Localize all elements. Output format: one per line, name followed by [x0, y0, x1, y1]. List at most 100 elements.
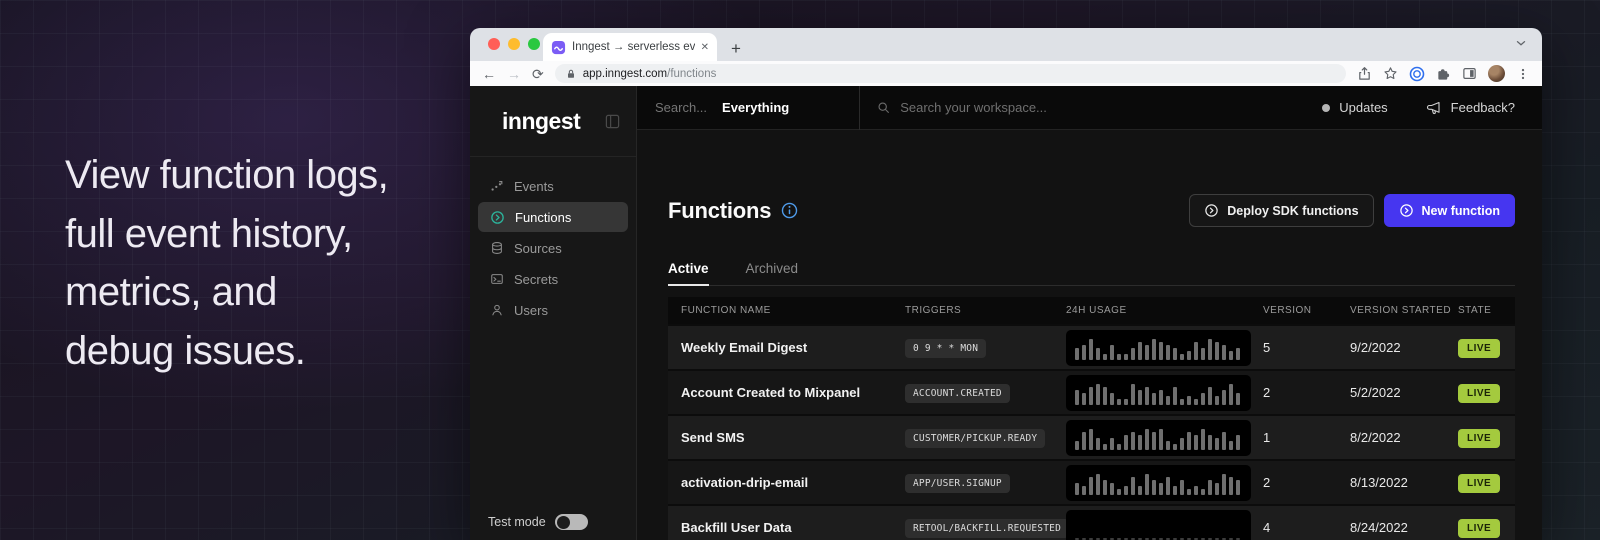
- browser-menu-icon[interactable]: [1516, 67, 1530, 81]
- secrets-icon: [490, 272, 504, 286]
- window-controls[interactable]: [488, 38, 540, 50]
- table-row[interactable]: activation-drip-email APP/USER.SIGNUP 2 …: [668, 459, 1515, 504]
- sidebar-nav: Events Functions Sources: [470, 157, 636, 326]
- deploy-button-label: Deploy SDK functions: [1227, 204, 1358, 218]
- browser-tab[interactable]: Inngest → serverless event-dri ✕: [543, 33, 717, 61]
- trigger-badge: APP/USER.SIGNUP: [905, 474, 1010, 493]
- users-icon: [490, 303, 504, 317]
- tab-title: Inngest → serverless event-dri: [572, 41, 695, 53]
- functions-page: Functions Deploy: [637, 130, 1542, 540]
- version-started: 5/2/2022: [1350, 385, 1458, 400]
- version: 5: [1263, 340, 1350, 355]
- usage-sparkline: [1066, 510, 1251, 540]
- close-tab-icon[interactable]: ✕: [701, 42, 709, 53]
- updates-label: Updates: [1339, 100, 1387, 115]
- sidebar-item-label: Users: [514, 303, 548, 318]
- sidebar-item-events[interactable]: Events: [478, 171, 628, 201]
- usage-sparkline: [1066, 375, 1251, 411]
- collapse-sidebar-icon[interactable]: [605, 114, 620, 129]
- feedback-button[interactable]: Feedback?: [1426, 100, 1515, 116]
- workspace-search[interactable]: [877, 100, 1322, 115]
- sidebar-item-functions[interactable]: Functions: [478, 202, 628, 232]
- back-icon[interactable]: ←: [482, 67, 496, 81]
- usage-sparkline: [1066, 330, 1251, 366]
- hero-line: metrics, and: [65, 263, 388, 322]
- bookmark-star-icon[interactable]: [1383, 66, 1398, 81]
- table-row[interactable]: Backfill User Data RETOOL/BACKFILL.REQUE…: [668, 504, 1515, 540]
- workspace-search-input[interactable]: [900, 100, 1200, 115]
- functions-icon: [490, 210, 505, 225]
- new-function-button[interactable]: New function: [1384, 194, 1515, 227]
- onepassword-extension-icon[interactable]: [1409, 66, 1425, 82]
- version-started: 8/13/2022: [1350, 475, 1458, 490]
- new-tab-button[interactable]: +: [731, 40, 741, 57]
- updates-button[interactable]: Updates: [1322, 100, 1387, 115]
- trigger-badge: CUSTOMER/PICKUP.READY: [905, 429, 1045, 448]
- address-bar[interactable]: app.inngest.com/functions: [555, 64, 1346, 83]
- side-panel-icon[interactable]: [1462, 66, 1477, 81]
- close-window-button[interactable]: [488, 38, 500, 50]
- hero-line: full event history,: [65, 205, 388, 264]
- version: 2: [1263, 475, 1350, 490]
- version: 2: [1263, 385, 1350, 400]
- functions-table: FUNCTION NAME TRIGGERS 24H USAGE VERSION…: [668, 297, 1515, 540]
- info-icon[interactable]: [781, 202, 798, 219]
- sidebar-item-label: Secrets: [514, 272, 558, 287]
- version: 1: [1263, 430, 1350, 445]
- sidebar-item-sources[interactable]: Sources: [478, 233, 628, 263]
- updates-dot-icon: [1322, 104, 1330, 112]
- page-actions: Deploy SDK functions New function: [1189, 194, 1515, 227]
- tab-active[interactable]: Active: [668, 261, 709, 285]
- search-icon: [877, 101, 890, 114]
- column-header: 24H USAGE: [1066, 305, 1263, 316]
- minimize-window-button[interactable]: [508, 38, 520, 50]
- hero-headline: View function logs, full event history, …: [65, 146, 388, 380]
- extensions-puzzle-icon[interactable]: [1436, 66, 1451, 81]
- column-header: VERSION: [1263, 305, 1350, 316]
- state-badge: LIVE: [1458, 474, 1500, 493]
- sidebar-item-secrets[interactable]: Secrets: [478, 264, 628, 294]
- sidebar-item-label: Sources: [514, 241, 562, 256]
- version: 4: [1263, 520, 1350, 535]
- version-started: 8/2/2022: [1350, 430, 1458, 445]
- url-text: app.inngest.com/functions: [583, 68, 717, 80]
- state-badge: LIVE: [1458, 339, 1500, 358]
- state-badge: LIVE: [1458, 429, 1500, 448]
- tab-archived[interactable]: Archived: [746, 261, 799, 285]
- forward-icon[interactable]: →: [507, 67, 521, 81]
- usage-sparkline: [1066, 420, 1251, 456]
- sidebar-item-users[interactable]: Users: [478, 295, 628, 325]
- maximize-window-button[interactable]: [528, 38, 540, 50]
- sidebar-header: inngest: [470, 86, 636, 157]
- chevron-down-icon[interactable]: [1514, 36, 1528, 50]
- lock-icon: [565, 68, 577, 80]
- search-scope-selector[interactable]: Everything: [722, 100, 789, 115]
- sidebar-item-label: Events: [514, 179, 554, 194]
- topnav-divider: [859, 86, 860, 130]
- test-mode-toggle[interactable]: [555, 514, 588, 530]
- deploy-sdk-functions-button[interactable]: Deploy SDK functions: [1189, 194, 1373, 227]
- trigger-badge: ACCOUNT.CREATED: [905, 384, 1010, 403]
- sources-icon: [490, 241, 504, 255]
- browser-toolbar: ← → ⟳ app.inngest.com/functions: [470, 61, 1542, 86]
- column-header: VERSION STARTED: [1350, 305, 1458, 316]
- share-icon[interactable]: [1357, 66, 1372, 81]
- page-title: Functions: [668, 198, 798, 224]
- function-name: Account Created to Mixpanel: [668, 385, 905, 400]
- function-name: Weekly Email Digest: [668, 340, 905, 355]
- profile-avatar[interactable]: [1488, 65, 1505, 82]
- reload-icon[interactable]: ⟳: [532, 67, 544, 81]
- column-header: STATE: [1458, 305, 1515, 316]
- table-row[interactable]: Send SMS CUSTOMER/PICKUP.READY 1 8/2/202…: [668, 414, 1515, 459]
- hero-line: View function logs,: [65, 146, 388, 205]
- function-tabs: Active Archived: [668, 261, 1515, 286]
- page-header: Functions Deploy: [668, 194, 1515, 227]
- test-mode-label: Test mode: [488, 515, 546, 529]
- topnav-actions: Updates Feedback?: [1322, 100, 1515, 116]
- table-header: FUNCTION NAME TRIGGERS 24H USAGE VERSION…: [668, 297, 1515, 324]
- search-trigger[interactable]: Search...: [655, 100, 707, 115]
- megaphone-icon: [1426, 100, 1442, 116]
- table-row[interactable]: Weekly Email Digest 0 9 * * MON 5 9/2/20…: [668, 324, 1515, 369]
- state-badge: LIVE: [1458, 519, 1500, 538]
- table-row[interactable]: Account Created to Mixpanel ACCOUNT.CREA…: [668, 369, 1515, 414]
